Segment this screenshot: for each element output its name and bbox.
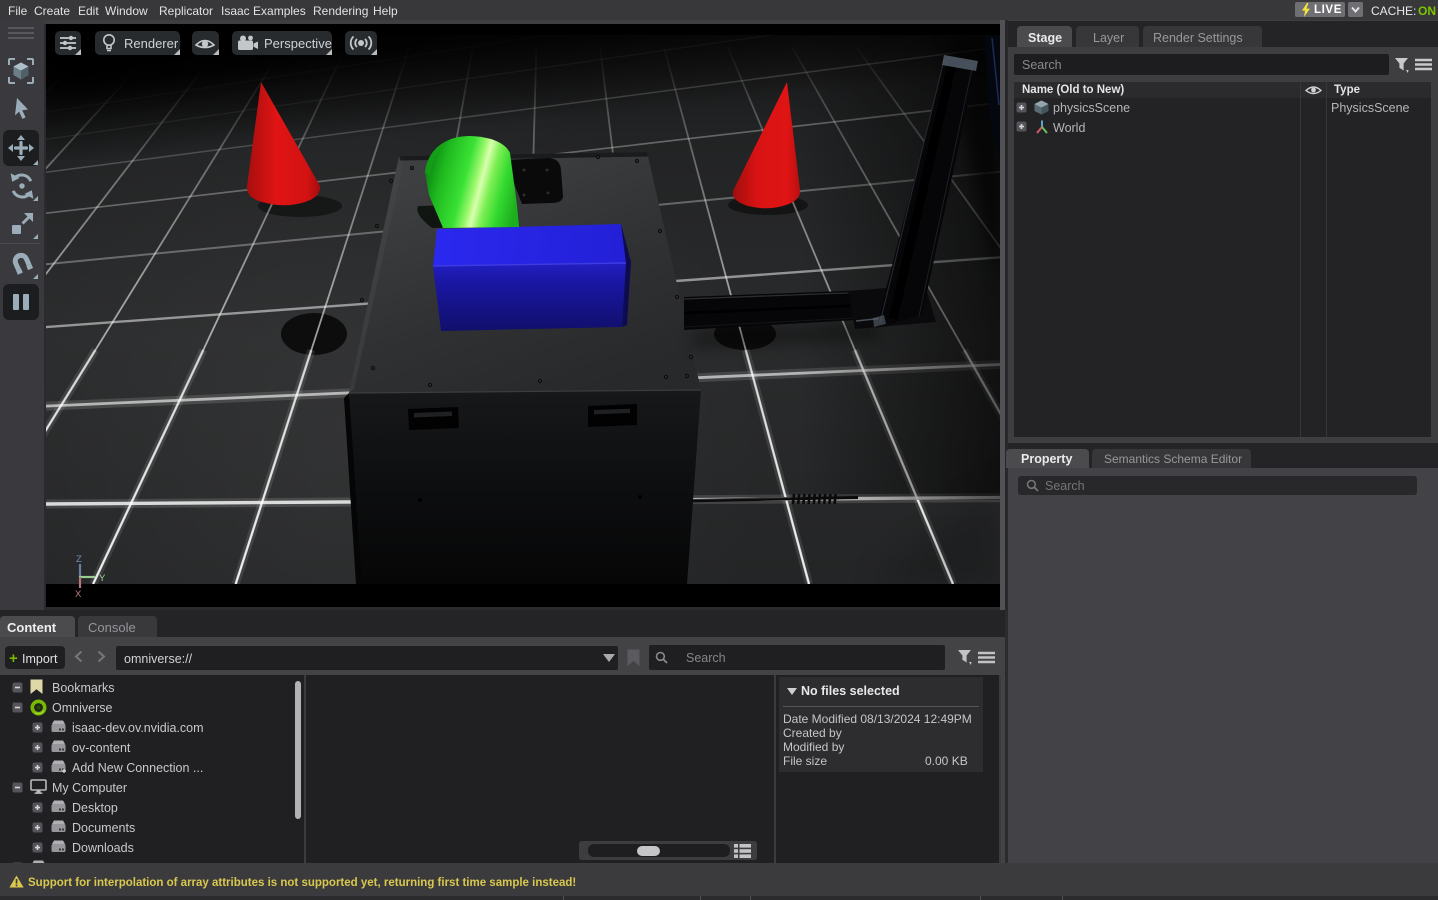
svg-text:X: X bbox=[75, 589, 82, 600]
svg-text:Y: Y bbox=[99, 573, 106, 584]
svg-text:Z: Z bbox=[76, 554, 82, 565]
